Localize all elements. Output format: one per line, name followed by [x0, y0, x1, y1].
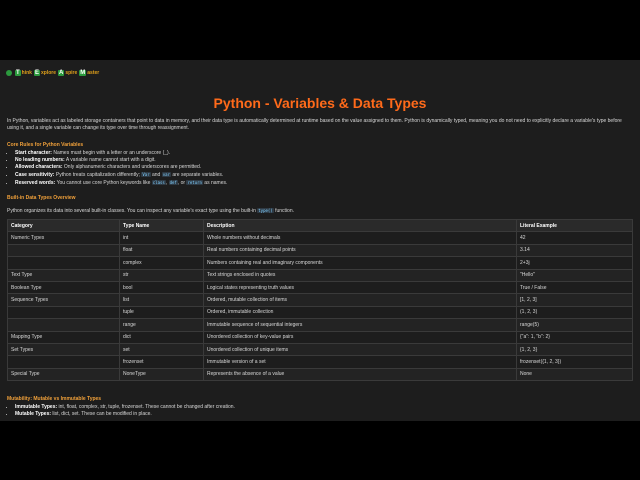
table-cell	[7, 355, 120, 369]
table-cell: frozenset	[119, 355, 204, 369]
list-item: Allowed characters: Only alphanumeric ch…	[15, 164, 227, 171]
table-cell	[7, 243, 120, 258]
table-cell: {"a": 1, "b": 2}	[516, 330, 633, 344]
table-cell: Logical states representing truth values	[203, 280, 517, 295]
table-cell: Ordered, immutable collection	[203, 305, 517, 320]
table-cell: Text Type	[7, 268, 120, 282]
logo-word: hink	[21, 70, 32, 76]
table-cell: Unordered collection of unique items	[203, 342, 517, 357]
table-cell: dict	[119, 330, 204, 344]
list-item: Reserved words: You cannot use core Pyth…	[15, 179, 227, 187]
table-row: Mapping Type dict Unordered collection of …	[7, 330, 633, 344]
table-cell: Text strings enclosed in quotes	[203, 268, 517, 282]
table-cell: complex	[119, 256, 204, 270]
table-row: complex Numbers containing real and imagi…	[7, 256, 633, 270]
table-cell: frozenset({1, 2, 3})	[516, 355, 633, 369]
builtin-paragraph: Python organizes its data into several b…	[7, 208, 295, 214]
mutability-list: Immutable Types: int, float, complex, st…	[7, 404, 235, 418]
code-snippet: def	[168, 180, 178, 185]
code-snippet: class	[151, 180, 166, 185]
list-item: No leading numbers: A variable name cann…	[15, 157, 227, 164]
logo-letter: A	[57, 70, 65, 76]
table-cell: Immutable sequence of sequential integer…	[203, 318, 517, 332]
list-item: Mutable Types: list, dict, set. These ca…	[15, 411, 235, 418]
table-cell: Numeric Types	[7, 231, 120, 245]
data-types-table: Category Type Name Description Literal E…	[7, 218, 633, 382]
table-cell: tuple	[119, 305, 204, 320]
logo-dot-icon	[6, 70, 12, 76]
code-snippet: return	[186, 180, 203, 185]
table-header-row: Category Type Name Description Literal E…	[7, 218, 633, 233]
table-cell: range	[119, 318, 204, 332]
table-cell: Sequence Types	[7, 293, 120, 307]
table-row: frozenset Immutable version of a set froze…	[7, 355, 633, 369]
table-cell: range(5)	[516, 318, 633, 332]
table-cell: Real numbers containing decimal points	[203, 243, 517, 258]
table-row: float Real numbers containing decimal poi…	[7, 243, 633, 258]
list-item: Start character: Names must begin with a…	[15, 150, 227, 157]
table-cell: (1, 2, 3)	[516, 305, 633, 320]
table-row: Numeric Types int Whole numbers without de…	[7, 231, 633, 245]
table-body: Numeric Types int Whole numbers without de…	[7, 231, 633, 382]
table-row: Special Type NoneType Represents the absen…	[7, 367, 633, 382]
table-cell: Mapping Type	[7, 330, 120, 344]
intro-paragraph: In Python, variables act as labeled stor…	[7, 118, 622, 131]
table-cell: int	[119, 231, 204, 245]
table-cell: 2+3j	[516, 256, 633, 270]
column-header: Literal Example	[516, 218, 633, 233]
table-cell	[7, 305, 120, 320]
table-cell: Represents the absence of a value	[203, 367, 517, 382]
table-cell: Ordered, mutable collection of items	[203, 293, 517, 307]
table-row: Boolean Type bool Logical states represent…	[7, 280, 633, 295]
logo: Think Explore Aspire Master	[6, 70, 99, 76]
logo-letter: M	[79, 70, 87, 76]
document-frame: Think Explore Aspire Master Python - Var…	[0, 60, 640, 421]
table-cell: [1, 2, 3]	[516, 293, 633, 307]
table-row: Text Type str Text strings enclosed in quo…	[7, 268, 633, 282]
table-row: Sequence Types list Ordered, mutable colle…	[7, 293, 633, 307]
table-row: Set Types set Unordered collection of uniq…	[7, 342, 633, 357]
column-header: Category	[7, 218, 120, 233]
table-cell: set	[119, 342, 204, 357]
page-title: Python - Variables & Data Types	[213, 95, 427, 111]
table-cell: list	[119, 293, 204, 307]
table-row: tuple Ordered, immutable collection (1, 2,…	[7, 305, 633, 320]
core-rules-heading: Core Rules for Python Variables	[7, 142, 84, 148]
logo-word: aster	[87, 70, 100, 76]
table-cell: Whole numbers without decimals	[203, 231, 517, 245]
table-cell: bool	[119, 280, 204, 295]
logo-word: xplore	[40, 70, 56, 76]
table-cell: NoneType	[119, 367, 204, 382]
table-cell: Special Type	[7, 367, 120, 382]
table-cell: float	[119, 243, 204, 258]
table-cell: Immutable version of a set	[203, 355, 517, 369]
table-cell	[7, 318, 120, 332]
table-cell: 3.14	[516, 243, 633, 258]
list-item: Case sensitivity: Python treats capitali…	[15, 171, 227, 179]
logo-letter: T	[15, 70, 21, 76]
table-cell: Numbers containing real and imaginary co…	[203, 256, 517, 270]
table-cell: "Hello"	[516, 268, 633, 282]
table-cell: str	[119, 268, 204, 282]
code-snippet: var	[161, 172, 171, 177]
column-header: Type Name	[119, 218, 204, 233]
mutability-heading: Mutability: Mutable vs Immutable Types	[7, 396, 102, 402]
column-header: Description	[203, 218, 517, 233]
table-cell: None	[516, 367, 633, 382]
table-cell: {1, 2, 3}	[516, 342, 633, 357]
table-cell: Unordered collection of key-value pairs	[203, 330, 517, 344]
table-row: range Immutable sequence of sequential in…	[7, 318, 633, 332]
core-rules-list: Start character: Names must begin with a…	[7, 150, 227, 187]
table-cell: 42	[516, 231, 633, 245]
table-cell: Set Types	[7, 342, 120, 357]
builtin-heading: Built-in Data Types Overview	[7, 195, 76, 201]
table-cell: True / False	[516, 280, 633, 295]
logo-letter: E	[33, 70, 40, 76]
logo-word: spire	[65, 70, 78, 76]
code-snippet: type()	[257, 208, 274, 213]
code-snippet: Var	[141, 172, 151, 177]
table-cell: Boolean Type	[7, 280, 120, 295]
table-cell	[7, 256, 120, 270]
list-item: Immutable Types: int, float, complex, st…	[15, 404, 235, 411]
